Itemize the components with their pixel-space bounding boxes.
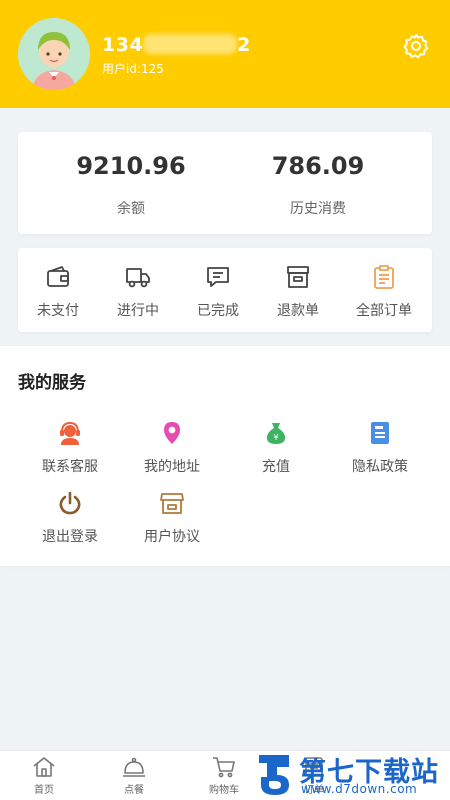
store-icon bbox=[160, 493, 184, 514]
truck-icon bbox=[126, 268, 150, 288]
order-in-progress-label: 进行中 bbox=[117, 303, 159, 319]
order-in-progress[interactable]: 进行中 bbox=[100, 264, 176, 320]
balance-stat[interactable]: 9210.96 余额 bbox=[46, 152, 216, 218]
balance-card: 9210.96 余额 786.09 历史消费 bbox=[18, 132, 432, 234]
clipboard-icon bbox=[374, 265, 394, 289]
balance-label: 余额 bbox=[117, 201, 145, 217]
customer-service-icon bbox=[60, 421, 80, 445]
phone-prefix: 134 bbox=[102, 34, 144, 56]
balance-value: 9210.96 bbox=[76, 152, 186, 180]
services-title: 我的服务 bbox=[18, 373, 86, 393]
watermark-logo-icon bbox=[259, 755, 289, 795]
watermark-url: www.d7down.com bbox=[301, 782, 418, 796]
watermark: 第七下载站 www.d7down.com bbox=[255, 748, 450, 800]
phone-suffix: 2 bbox=[237, 34, 251, 56]
location-pin-icon bbox=[164, 422, 180, 444]
order-refund-label: 退款单 bbox=[277, 303, 319, 319]
tab-home[interactable]: 首页 bbox=[12, 755, 76, 796]
cloche-icon bbox=[123, 757, 145, 777]
service-recharge[interactable]: ¥ 充值 bbox=[226, 420, 326, 476]
phone-number: 134 2 bbox=[102, 34, 251, 56]
history-spend-label: 历史消费 bbox=[290, 201, 346, 217]
tab-order-food[interactable]: 点餐 bbox=[102, 755, 166, 796]
svg-text:¥: ¥ bbox=[273, 433, 278, 442]
service-logout-label: 退出登录 bbox=[42, 529, 98, 545]
avatar-illustration bbox=[18, 18, 90, 90]
service-my-address-label: 我的地址 bbox=[144, 459, 200, 475]
cart-icon bbox=[213, 757, 235, 778]
tab-cart[interactable]: 购物车 bbox=[192, 755, 256, 796]
service-privacy-policy-label: 隐私政策 bbox=[352, 459, 408, 475]
user-id: 用户id:125 bbox=[102, 62, 164, 76]
order-refund[interactable]: 退款单 bbox=[260, 264, 336, 320]
power-icon bbox=[59, 491, 81, 515]
service-logout[interactable]: 退出登录 bbox=[20, 490, 120, 546]
money-bag-icon: ¥ bbox=[266, 423, 286, 444]
profile-header: 134 2 用户id:125 bbox=[0, 0, 450, 108]
order-completed[interactable]: 已完成 bbox=[180, 264, 256, 320]
service-contact-support[interactable]: 联系客服 bbox=[20, 420, 120, 476]
service-user-agreement-label: 用户协议 bbox=[144, 529, 200, 545]
document-icon bbox=[371, 422, 389, 444]
order-status-card: 未支付 进行中 已完成 退款单 全部订单 bbox=[18, 248, 432, 332]
avatar[interactable] bbox=[18, 18, 90, 90]
service-privacy-policy[interactable]: 隐私政策 bbox=[330, 420, 430, 476]
service-contact-support-label: 联系客服 bbox=[42, 459, 98, 475]
tab-cart-label: 购物车 bbox=[209, 785, 239, 796]
tab-order-food-label: 点餐 bbox=[124, 785, 144, 796]
home-icon bbox=[33, 757, 55, 777]
order-unpaid[interactable]: 未支付 bbox=[20, 264, 96, 320]
order-all[interactable]: 全部订单 bbox=[346, 264, 422, 320]
services-section: 我的服务 联系客服 我的地址 ¥ 充值 隐私政策 退出登录 用户协议 bbox=[0, 346, 450, 566]
phone-mask bbox=[143, 34, 238, 54]
box-icon bbox=[287, 266, 309, 288]
message-icon bbox=[207, 267, 229, 287]
service-user-agreement[interactable]: 用户协议 bbox=[122, 490, 222, 546]
gear-icon[interactable] bbox=[402, 32, 430, 60]
order-unpaid-label: 未支付 bbox=[37, 303, 79, 319]
wallet-icon bbox=[47, 266, 69, 287]
service-my-address[interactable]: 我的地址 bbox=[122, 420, 222, 476]
service-recharge-label: 充值 bbox=[262, 459, 290, 475]
order-all-label: 全部订单 bbox=[356, 303, 412, 319]
tab-home-label: 首页 bbox=[34, 785, 54, 796]
history-spend-stat[interactable]: 786.09 历史消费 bbox=[233, 152, 403, 218]
order-completed-label: 已完成 bbox=[197, 303, 239, 319]
history-spend-value: 786.09 bbox=[271, 152, 365, 180]
